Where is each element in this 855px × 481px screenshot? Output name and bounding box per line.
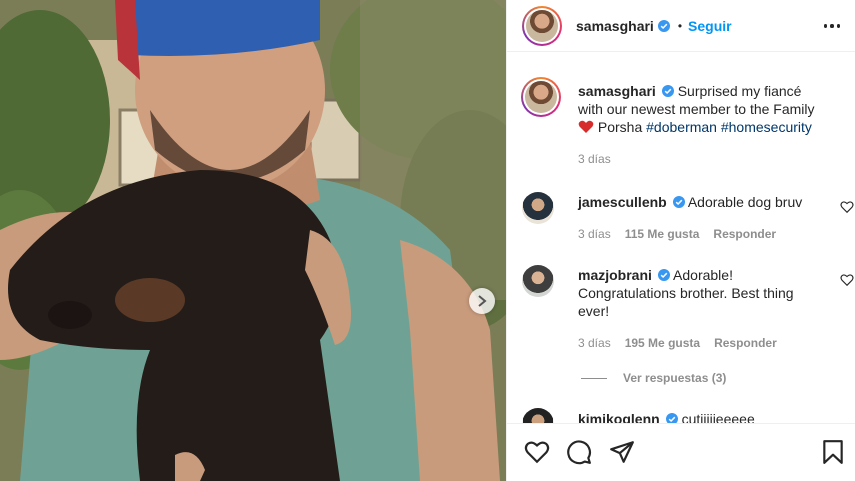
heart-icon[interactable] [524,439,550,465]
comment-meta: 3 días 195 Me gusta Responder [578,336,777,350]
more-options-icon[interactable] [824,18,840,34]
separator-dot: • [677,18,683,33]
red-heart-emoji-icon [578,120,594,133]
verified-badge-icon [665,413,678,423]
caption-time[interactable]: 3 días [578,152,611,166]
verified-badge-icon [672,196,685,208]
reply-button[interactable]: Responder [714,336,777,350]
heart-icon[interactable] [840,273,854,287]
instagram-post-window: samasghari • Seguir samasghari Surprised… [0,0,855,481]
caption-pet-name: Porsha [597,119,643,135]
reply-button[interactable]: Responder [713,227,776,241]
follow-button[interactable]: Seguir [688,18,732,34]
replies-divider [581,377,607,379]
caption-username[interactable]: samasghari [578,83,656,99]
commenter-avatar[interactable] [522,408,554,423]
comment-time[interactable]: 3 días [578,336,611,350]
comment-text-block: kimikoglenn cutiiiiieeeee [578,410,828,423]
post-media[interactable] [0,0,506,481]
next-media-button[interactable] [469,288,495,314]
view-replies-button[interactable]: Ver respuestas (3) [581,371,726,385]
author-username[interactable]: samasghari [576,18,654,34]
comment-text-block: mazjobrani Adorable! Congratulations bro… [578,266,828,320]
bookmark-icon[interactable] [820,439,846,465]
post-actions-bar [507,423,855,481]
post-photo [0,0,506,481]
caption-text-block: samasghari Surprised my fiancé with our … [578,82,828,136]
heart-icon[interactable] [840,200,854,214]
hashtag-link[interactable]: #doberman [646,119,717,135]
author-avatar[interactable] [522,5,562,46]
verified-badge-icon [657,269,670,281]
share-icon[interactable] [609,439,635,465]
post-side-panel: samasghari • Seguir samasghari Surprised… [506,0,855,481]
comment-likes[interactable]: 115 Me gusta [625,227,700,241]
chevron-right-icon [478,295,487,307]
caption-author-avatar[interactable] [521,77,561,117]
commenter-avatar[interactable] [522,265,554,297]
verified-badge-icon [657,19,670,32]
view-replies-label: Ver respuestas (3) [623,371,727,385]
hashtag-link[interactable]: #homesecurity [721,119,812,135]
comments-list: samasghari Surprised my fiancé with our … [507,53,855,423]
post-header: samasghari • Seguir [507,0,855,52]
comment-text: Adorable dog bruv [687,194,803,210]
commenter-username[interactable]: kimikoglenn [578,411,660,423]
commenter-username[interactable]: mazjobrani [578,267,652,283]
comment-text-block: jamescullenb Adorable dog bruv [578,193,828,211]
verified-badge-icon [661,85,674,97]
comment-icon[interactable] [566,439,592,465]
commenter-avatar[interactable] [522,192,554,224]
comment-likes[interactable]: 195 Me gusta [625,336,700,350]
commenter-username[interactable]: jamescullenb [578,194,667,210]
comment-time[interactable]: 3 días [578,227,611,241]
comment-meta: 3 días 115 Me gusta Responder [578,227,776,241]
comment-text: cutiiiiieeeee [681,411,755,423]
